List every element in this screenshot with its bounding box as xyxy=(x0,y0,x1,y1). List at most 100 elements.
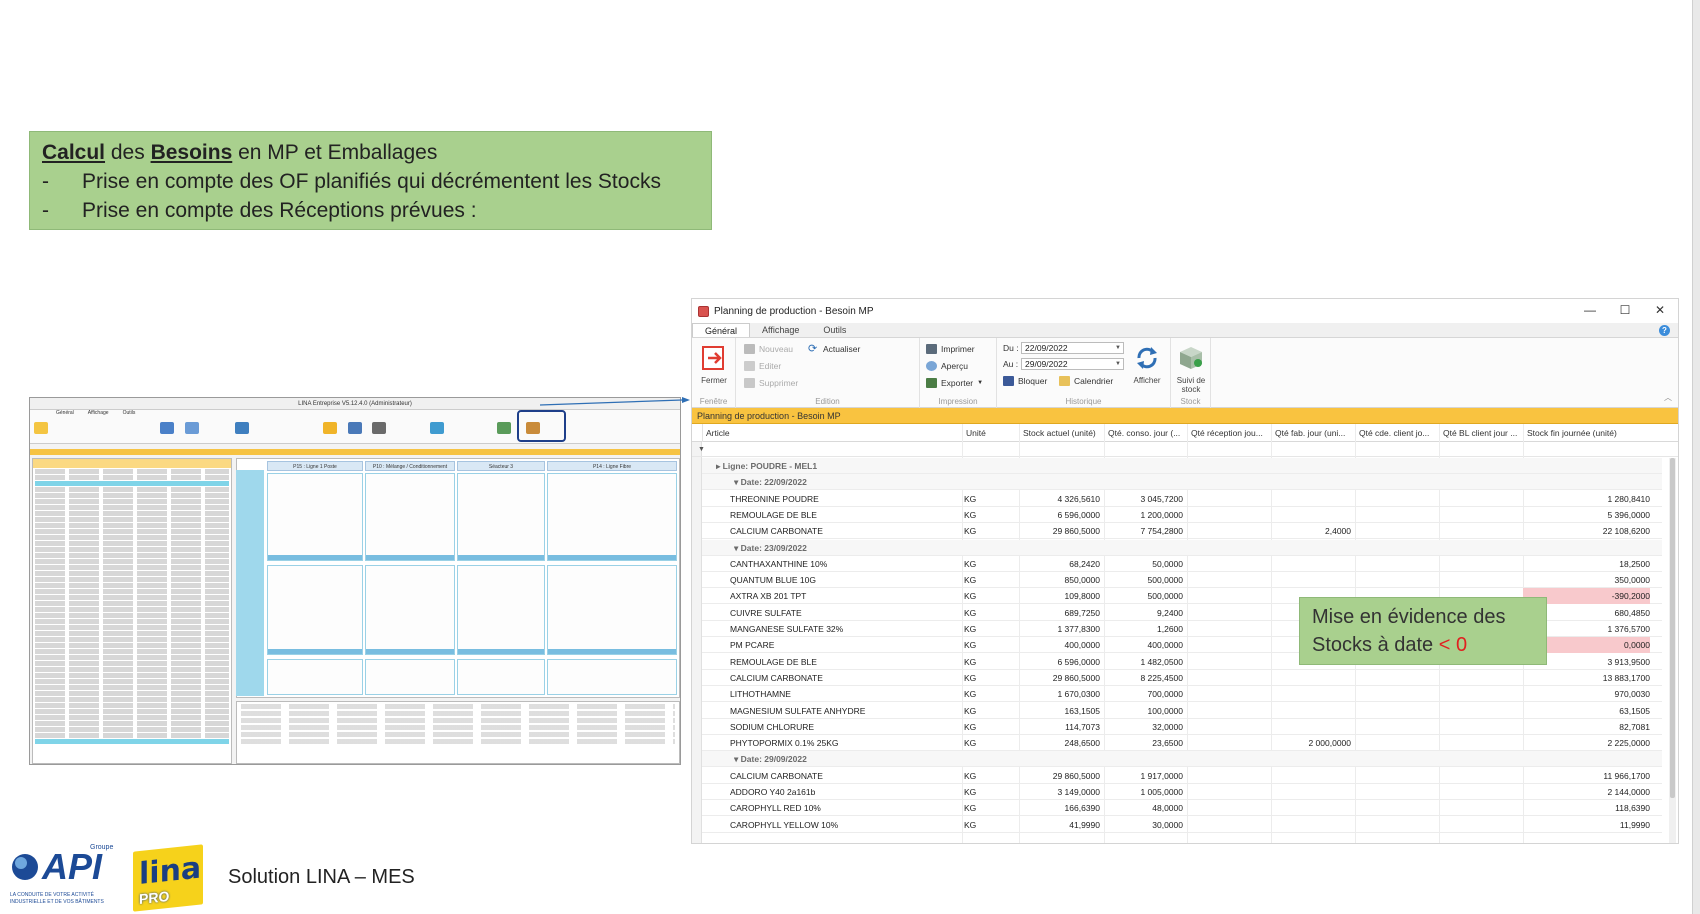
list-item[interactable] xyxy=(35,709,229,714)
list-item[interactable] xyxy=(35,613,229,618)
col-qte-bl-client[interactable]: Qté BL client jour ... xyxy=(1439,424,1523,442)
list-item[interactable] xyxy=(35,565,229,570)
list-item[interactable] xyxy=(35,643,229,648)
mini-refresh-icon[interactable] xyxy=(160,422,174,434)
list-item[interactable] xyxy=(35,625,229,630)
list-item[interactable] xyxy=(35,541,229,546)
list-item[interactable] xyxy=(35,595,229,600)
table-row[interactable]: CALCIUM CARBONATE KG 29 860,5000 1 917,0000… xyxy=(702,768,1662,784)
mini-cell[interactable] xyxy=(365,659,455,695)
apercu-button[interactable]: Aperçu xyxy=(926,361,968,371)
mini-save-icon[interactable] xyxy=(348,422,362,434)
maximize-button[interactable]: ☐ xyxy=(1617,303,1633,317)
list-item[interactable] xyxy=(35,589,229,594)
list-item[interactable] xyxy=(35,733,229,738)
bloquer-button[interactable]: Bloquer xyxy=(1003,376,1047,386)
col-article[interactable]: Article xyxy=(702,424,962,442)
list-item[interactable] xyxy=(35,655,229,660)
tab-affichage[interactable]: Affichage xyxy=(750,323,811,337)
list-item[interactable] xyxy=(35,493,229,498)
table-row[interactable]: CALCIUM CARBONATE KG 29 860,5000 7 754,2800… xyxy=(702,523,1662,540)
table-row[interactable]: CANTHAXANTHINE 10% KG 68,2420 50,0000 18,250… xyxy=(702,556,1662,572)
list-item[interactable] xyxy=(35,529,229,534)
collapse-ribbon-icon[interactable]: ︿ xyxy=(1664,392,1672,403)
list-item[interactable] xyxy=(35,715,229,720)
table-row[interactable]: QUANTUM BLUE 10G KG 850,0000 500,0000 350,00… xyxy=(702,572,1662,589)
list-item[interactable] xyxy=(35,577,229,582)
table-row[interactable]: CAROPHYLL RED 10% KG 166,6390 48,0000 118,63… xyxy=(702,800,1662,817)
group-row-line[interactable]: ▸ Ligne: POUDRE - MEL1 xyxy=(702,458,1662,474)
imprimer-button[interactable]: Imprimer xyxy=(926,344,975,354)
table-row[interactable]: ADDORO Y40 2a161b KG 3 149,0000 1 005,0000 2… xyxy=(702,784,1662,800)
editer-button[interactable]: Editer xyxy=(744,361,781,371)
fermer-button[interactable]: Fermer xyxy=(694,344,734,385)
table-row[interactable]: PHYTOPORMIX 0.1% 25KG KG 248,6500 23,6500 2 … xyxy=(702,735,1662,752)
list-item[interactable] xyxy=(35,703,229,708)
expand-icon[interactable]: ▾ xyxy=(734,477,741,487)
list-item[interactable] xyxy=(35,601,229,606)
list-item[interactable] xyxy=(35,631,229,636)
col-qte-cde-client[interactable]: Qté cde. client jo... xyxy=(1355,424,1439,442)
mini-cell[interactable] xyxy=(267,565,363,655)
mini-tab-general[interactable]: Général xyxy=(56,410,74,418)
mini-cell[interactable] xyxy=(365,565,455,655)
expand-icon[interactable]: ▸ xyxy=(716,461,723,471)
list-item[interactable] xyxy=(35,679,229,684)
list-item[interactable] xyxy=(35,469,229,474)
exporter-button[interactable]: Exporter ▼ xyxy=(926,378,983,388)
list-item[interactable] xyxy=(35,499,229,504)
mini-cell[interactable] xyxy=(457,565,545,655)
list-item[interactable] xyxy=(35,685,229,690)
list-item[interactable] xyxy=(35,571,229,576)
filter-row[interactable]: ▼ xyxy=(692,443,1678,457)
list-item[interactable] xyxy=(35,523,229,528)
list-item[interactable] xyxy=(35,661,229,666)
date-from-input[interactable]: 22/09/2022 ▼ xyxy=(1021,342,1124,354)
date-to-input[interactable]: 29/09/2022 ▼ xyxy=(1021,358,1124,370)
list-item[interactable] xyxy=(35,547,229,552)
col-qte-conso[interactable]: Qté. conso. jour (... xyxy=(1104,424,1187,442)
help-icon[interactable]: ? xyxy=(1659,325,1670,336)
afficher-button[interactable]: Afficher xyxy=(1127,344,1167,385)
filter-icon[interactable]: ▼ xyxy=(698,446,705,453)
col-qte-reception[interactable]: Qté réception jou... xyxy=(1187,424,1271,442)
group-row-date[interactable]: ▾ Date: 29/09/2022 xyxy=(702,751,1662,768)
chevron-down-icon[interactable]: ▼ xyxy=(1115,343,1121,354)
mini-cell[interactable] xyxy=(457,473,545,561)
col-qte-fab[interactable]: Qté fab. jour (uni... xyxy=(1271,424,1355,442)
list-item[interactable] xyxy=(35,511,229,516)
list-item[interactable] xyxy=(35,691,229,696)
list-item[interactable] xyxy=(35,553,229,558)
list-item[interactable] xyxy=(35,739,229,744)
mini-warning-icon[interactable] xyxy=(323,422,337,434)
chevron-down-icon[interactable]: ▼ xyxy=(1115,359,1121,370)
list-item[interactable] xyxy=(35,583,229,588)
list-item[interactable] xyxy=(35,619,229,624)
mini-link-icon[interactable] xyxy=(430,422,444,434)
list-item[interactable] xyxy=(35,649,229,654)
list-item[interactable] xyxy=(35,667,229,672)
vertical-scrollbar[interactable] xyxy=(1669,458,1676,843)
mini-cell[interactable] xyxy=(365,473,455,561)
list-item[interactable] xyxy=(35,721,229,726)
list-item[interactable] xyxy=(35,481,229,486)
col-stock-actuel[interactable]: Stock actuel (unité) xyxy=(1019,424,1104,442)
mini-refresh2-icon[interactable] xyxy=(235,422,249,434)
mini-of-icon[interactable] xyxy=(497,422,511,434)
mini-tab-affichage[interactable]: Affichage xyxy=(88,410,109,418)
mini-filter-icon[interactable] xyxy=(185,422,199,434)
group-row-date[interactable]: ▾ Date: 22/09/2022 xyxy=(702,474,1662,491)
list-item[interactable] xyxy=(35,505,229,510)
mini-cell[interactable] xyxy=(267,659,363,695)
list-item[interactable] xyxy=(35,697,229,702)
tab-general[interactable]: Général xyxy=(692,323,751,337)
actualiser-button[interactable]: ⟳ Actualiser xyxy=(808,344,860,355)
group-row-date[interactable]: ▾ Date: 23/09/2022 xyxy=(702,539,1662,556)
list-item[interactable] xyxy=(35,607,229,612)
list-item[interactable] xyxy=(35,487,229,492)
list-item[interactable] xyxy=(35,475,229,480)
suivi-stock-button[interactable]: Suivi de stock xyxy=(1171,344,1211,394)
col-stock-fin[interactable]: Stock fin journée (unité) xyxy=(1523,424,1653,442)
supprimer-button[interactable]: Supprimer xyxy=(744,378,798,388)
expand-icon[interactable]: ▾ xyxy=(734,543,741,553)
